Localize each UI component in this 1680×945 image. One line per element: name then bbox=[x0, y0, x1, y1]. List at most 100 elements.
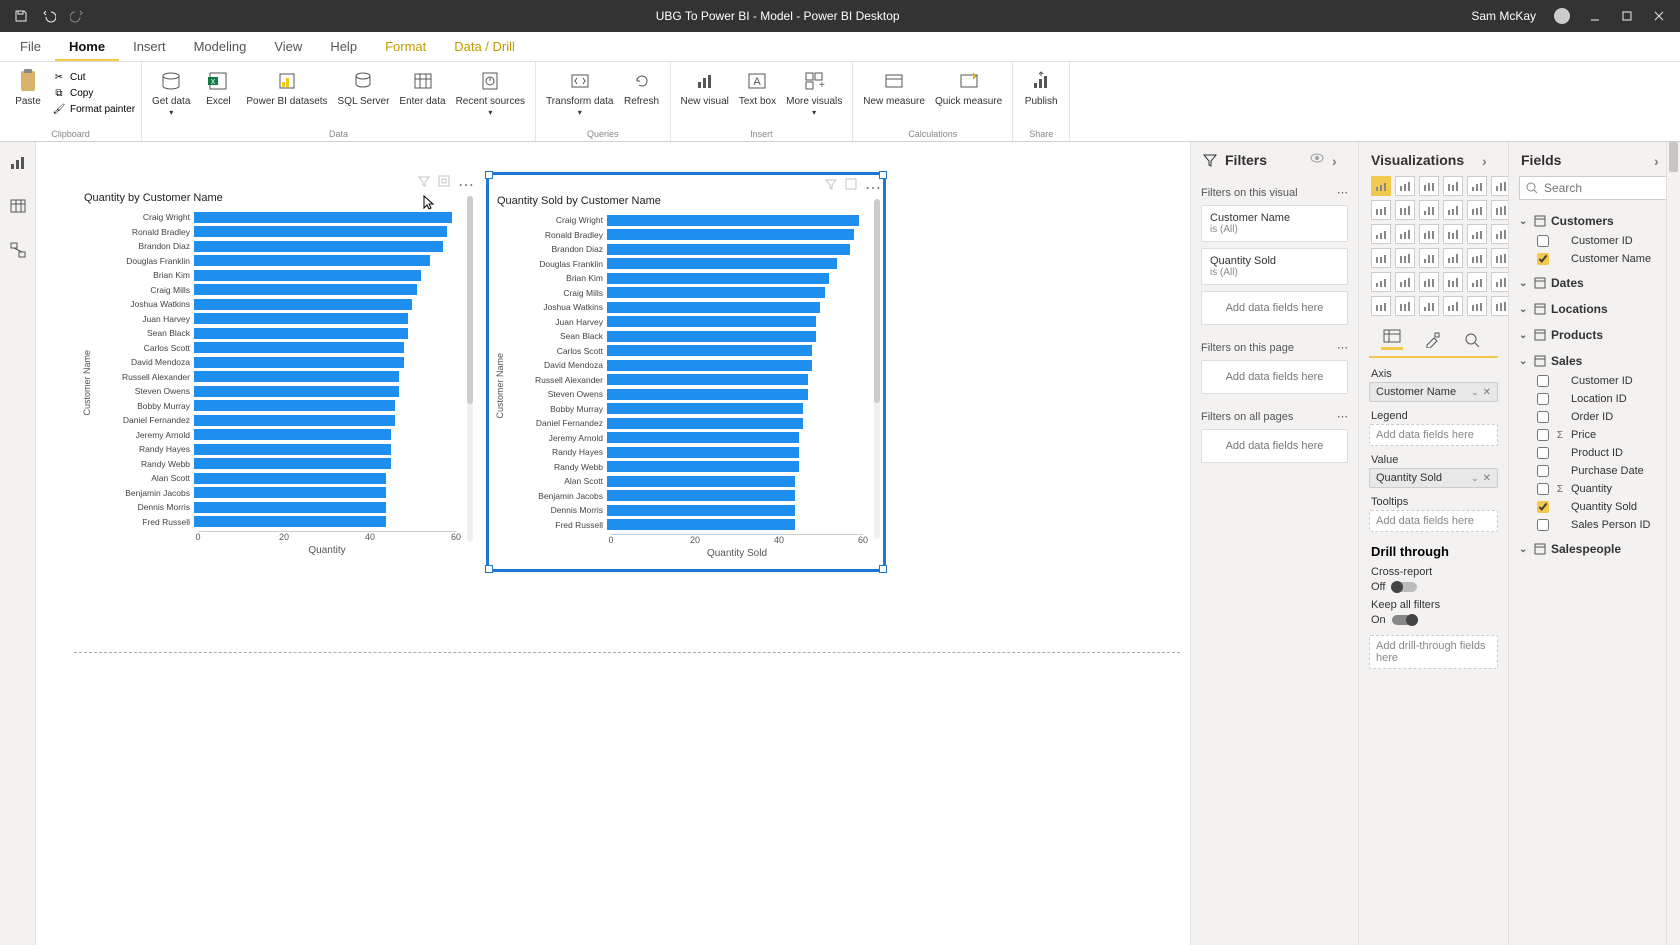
bar-row[interactable]: Russell Alexander bbox=[94, 370, 456, 385]
bar-row[interactable]: Bobby Murray bbox=[94, 399, 456, 414]
bar-row[interactable]: Craig Wright bbox=[507, 213, 863, 228]
viz-type-31[interactable] bbox=[1395, 296, 1415, 316]
bar-fill[interactable] bbox=[607, 215, 859, 226]
field-customer-id[interactable]: Customer ID bbox=[1537, 372, 1670, 390]
scroll-thumb[interactable] bbox=[467, 196, 473, 404]
bar-row[interactable]: Steven Owens bbox=[507, 387, 863, 402]
menu-tab-home[interactable]: Home bbox=[55, 33, 119, 61]
field-sales-person-id[interactable]: Sales Person ID bbox=[1537, 516, 1670, 534]
refresh-button[interactable]: Refresh bbox=[620, 66, 664, 110]
report-canvas[interactable]: ⋯ Quantity by Customer NameCustomer Name… bbox=[36, 142, 1190, 945]
bar-fill[interactable] bbox=[194, 473, 386, 484]
bar-row[interactable]: David Mendoza bbox=[94, 355, 456, 370]
field-customer-id[interactable]: Customer ID bbox=[1537, 232, 1670, 250]
viz-type-24[interactable] bbox=[1371, 272, 1391, 292]
viz-type-27[interactable] bbox=[1443, 272, 1463, 292]
bar-fill[interactable] bbox=[607, 461, 799, 472]
model-view-icon[interactable] bbox=[6, 238, 30, 262]
bar-fill[interactable] bbox=[194, 487, 386, 498]
viz-type-20[interactable] bbox=[1419, 248, 1439, 268]
chart-scrollbar[interactable] bbox=[874, 199, 880, 539]
viz-type-18[interactable] bbox=[1371, 248, 1391, 268]
bar-fill[interactable] bbox=[607, 505, 795, 516]
viz-type-2[interactable] bbox=[1419, 176, 1439, 196]
bar-fill[interactable] bbox=[607, 447, 799, 458]
minimize-icon[interactable] bbox=[1588, 9, 1602, 23]
field-checkbox[interactable] bbox=[1537, 429, 1549, 441]
table-locations[interactable]: ⌄Locations bbox=[1519, 298, 1670, 320]
bar-row[interactable]: Brandon Diaz bbox=[94, 239, 456, 254]
bar-fill[interactable] bbox=[194, 342, 404, 353]
resize-handle-se[interactable] bbox=[879, 565, 887, 573]
viz-type-30[interactable] bbox=[1371, 296, 1391, 316]
avatar[interactable] bbox=[1554, 8, 1570, 24]
field-purchase-date[interactable]: Purchase Date bbox=[1537, 462, 1670, 480]
bar-fill[interactable] bbox=[607, 490, 795, 501]
bar-fill[interactable] bbox=[607, 331, 816, 342]
bar-fill[interactable] bbox=[607, 360, 812, 371]
field-checkbox[interactable] bbox=[1537, 411, 1549, 423]
bar-fill[interactable] bbox=[194, 241, 443, 252]
field-checkbox[interactable] bbox=[1537, 483, 1549, 495]
bar-fill[interactable] bbox=[607, 302, 820, 313]
focus-icon[interactable] bbox=[438, 175, 450, 187]
excel-button[interactable]: XExcel bbox=[196, 66, 240, 110]
cut-button[interactable]: ✂Cut bbox=[52, 70, 135, 84]
resize-handle-ne[interactable] bbox=[879, 171, 887, 179]
bar-fill[interactable] bbox=[194, 458, 391, 469]
bar-row[interactable]: Daniel Fernandez bbox=[94, 413, 456, 428]
viz-type-22[interactable] bbox=[1467, 248, 1487, 268]
bar-fill[interactable] bbox=[194, 400, 395, 411]
bar-fill[interactable] bbox=[194, 212, 452, 223]
bar-fill[interactable] bbox=[194, 444, 391, 455]
eye-icon[interactable] bbox=[1310, 153, 1324, 167]
bar-fill[interactable] bbox=[607, 287, 825, 298]
bar-row[interactable]: Joshua Watkins bbox=[94, 297, 456, 312]
bar-fill[interactable] bbox=[607, 403, 803, 414]
viz-type-7[interactable] bbox=[1395, 200, 1415, 220]
chevron-down-icon[interactable]: ⌄ bbox=[1471, 473, 1479, 484]
viz-type-19[interactable] bbox=[1395, 248, 1415, 268]
close-icon[interactable] bbox=[1652, 9, 1666, 23]
field-checkbox[interactable] bbox=[1537, 253, 1549, 265]
bar-fill[interactable] bbox=[607, 374, 808, 385]
collapse-icon[interactable]: › bbox=[1332, 153, 1346, 167]
legend-placeholder[interactable]: Add data fields here bbox=[1369, 424, 1498, 446]
menu-tab-help[interactable]: Help bbox=[316, 33, 371, 61]
chart-scrollbar[interactable] bbox=[467, 196, 473, 542]
viz-type-25[interactable] bbox=[1395, 272, 1415, 292]
bar-row[interactable]: Brian Kim bbox=[94, 268, 456, 283]
bar-row[interactable]: Juan Harvey bbox=[507, 315, 863, 330]
bar-fill[interactable] bbox=[194, 328, 408, 339]
maximize-icon[interactable] bbox=[1620, 9, 1634, 23]
bar-fill[interactable] bbox=[194, 429, 391, 440]
bar-fill[interactable] bbox=[607, 432, 799, 443]
bar-row[interactable]: Fred Russell bbox=[507, 518, 863, 533]
bar-row[interactable]: Randy Hayes bbox=[507, 445, 863, 460]
menu-tab-data-drill[interactable]: Data / Drill bbox=[440, 33, 529, 61]
remove-icon[interactable]: ✕ bbox=[1483, 387, 1491, 398]
field-quantity[interactable]: ΣQuantity bbox=[1537, 480, 1670, 498]
bar-fill[interactable] bbox=[607, 476, 795, 487]
filter-card-quantity-sold[interactable]: Quantity Soldis (All) bbox=[1201, 248, 1348, 285]
bar-row[interactable]: Carlos Scott bbox=[507, 344, 863, 359]
resize-handle-sw[interactable] bbox=[485, 565, 493, 573]
table-customers[interactable]: ⌄Customers bbox=[1519, 210, 1670, 232]
bar-row[interactable]: Carlos Scott bbox=[94, 341, 456, 356]
bar-row[interactable]: Douglas Franklin bbox=[507, 257, 863, 272]
viz-type-6[interactable] bbox=[1371, 200, 1391, 220]
value-field-chip[interactable]: Quantity Sold⌄✕ bbox=[1369, 468, 1498, 488]
tooltips-placeholder[interactable]: Add data fields here bbox=[1369, 510, 1498, 532]
bar-fill[interactable] bbox=[194, 255, 430, 266]
viz-type-21[interactable] bbox=[1443, 248, 1463, 268]
filter-icon[interactable] bbox=[825, 178, 837, 190]
more-icon[interactable]: ⋯ bbox=[1337, 341, 1348, 354]
viz-type-14[interactable] bbox=[1419, 224, 1439, 244]
table-products[interactable]: ⌄Products bbox=[1519, 324, 1670, 346]
cross-report-toggle[interactable]: Off bbox=[1371, 581, 1496, 593]
bar-row[interactable]: Daniel Fernandez bbox=[507, 416, 863, 431]
field-quantity-sold[interactable]: Quantity Sold bbox=[1537, 498, 1670, 516]
viz-type-15[interactable] bbox=[1443, 224, 1463, 244]
viz-type-13[interactable] bbox=[1395, 224, 1415, 244]
bar-fill[interactable] bbox=[607, 389, 808, 400]
